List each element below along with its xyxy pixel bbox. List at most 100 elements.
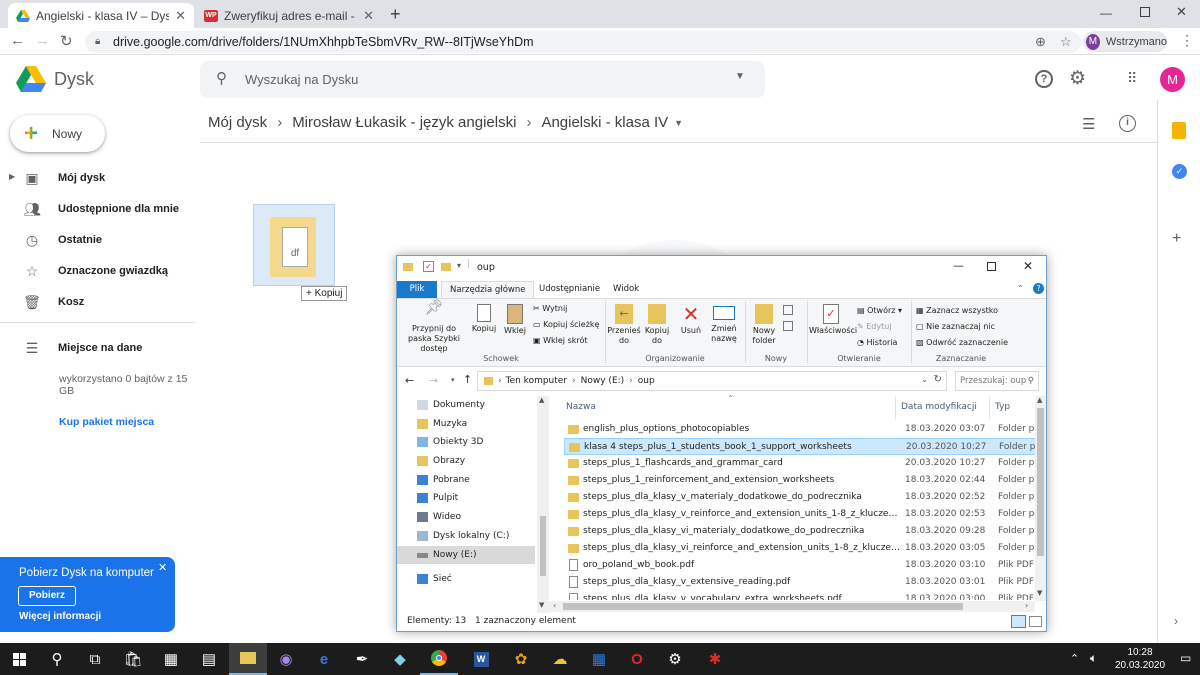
paste-button[interactable]: Wklej (501, 302, 529, 336)
drive-logo[interactable]: Dysk (16, 66, 94, 92)
column-header-name[interactable]: Nazwa (566, 402, 596, 412)
chevron-down-icon[interactable]: ▼ (674, 118, 683, 128)
file-row[interactable]: oro_poland_wb_book.pdf 18.03.2020 03:10 Pl… (564, 557, 1038, 574)
sidebar-item-recent[interactable]: ◷ Ostatnie (0, 225, 195, 255)
file-row[interactable]: steps_plus_dla_klasy_vi_materialy_dodatk… (564, 523, 1038, 540)
buy-storage-link[interactable]: Kup pakiet miejsca (59, 416, 154, 428)
close-tab-icon[interactable]: ✕ (175, 8, 186, 24)
select-none-button[interactable]: ▢ Nie zaznaczaj nic (916, 319, 995, 334)
store-icon[interactable]: 🛍︎ (114, 643, 152, 675)
breadcrumb-item[interactable]: Mój dysk (208, 114, 267, 131)
close-promo-icon[interactable]: ✕ (158, 561, 167, 574)
account-avatar[interactable]: M (1160, 67, 1185, 92)
file-explorer-taskbar-icon[interactable] (229, 643, 267, 675)
apps-grid-icon[interactable]: ⠿ (1127, 70, 1137, 87)
tab-wp-poczta[interactable]: WP Zweryfikuj adres e-mail - WP Poczta ✕ (196, 3, 382, 28)
new-folder-button[interactable]: Nowy folder (747, 302, 781, 346)
weather-app-icon[interactable]: ☁ (541, 643, 579, 675)
delete-button[interactable]: ✕ Usuń (677, 302, 705, 336)
opera-icon[interactable]: O (618, 643, 656, 675)
clock[interactable]: 10:28 20.03.2020 (1110, 646, 1170, 672)
tools-icon[interactable]: ✒ (343, 643, 381, 675)
notifications-icon[interactable]: ▭ (1180, 651, 1191, 665)
quick-access-dropdown-icon[interactable]: ▾ (457, 261, 461, 270)
paste-shortcut-button[interactable]: ▣ Wklej skrót (533, 333, 588, 348)
scrollbar-thumb[interactable] (563, 603, 963, 610)
sidebar-item-my-drive[interactable]: ▣ Mój dysk (0, 163, 195, 193)
rename-button[interactable]: Zmień nazwę (707, 302, 741, 344)
scroll-down-icon[interactable]: ▼ (1037, 589, 1042, 597)
breadcrumb-item[interactable]: Mirosław Łukasik - język angielski (292, 114, 516, 131)
bookmark-star-icon[interactable]: ☆ (1060, 31, 1072, 53)
chrome-icon[interactable] (420, 643, 458, 675)
easy-access-icon[interactable] (783, 321, 793, 331)
nav-item-downloads[interactable]: Pobrane (411, 471, 535, 490)
nav-item-videos[interactable]: Wideo (411, 508, 535, 527)
file-row[interactable]: steps_plus_dla_klasy_v_materialy_dodatko… (564, 489, 1038, 506)
minimize-window-icon[interactable]: — (953, 259, 964, 272)
tab-drive[interactable]: Angielski - klasa IV – Dysk Google ✕ (8, 3, 194, 28)
new-item-icon[interactable] (783, 305, 793, 315)
collapse-ribbon-icon[interactable]: ⌃ (1017, 284, 1024, 293)
app-red-icon[interactable]: ✱ (696, 643, 734, 675)
scrollbar-thumb[interactable] (1037, 408, 1044, 556)
list-view-icon[interactable]: ☰ (1082, 115, 1095, 133)
invert-selection-button[interactable]: ▧ Odwróć zaznaczenie (916, 335, 1008, 350)
breadcrumb-item-current[interactable]: Angielski - klasa IV (541, 114, 668, 131)
help-icon[interactable]: ? (1035, 70, 1053, 88)
paint-app-icon[interactable]: ✿ (502, 643, 540, 675)
reload-icon[interactable]: ↻ (60, 32, 73, 50)
path-segment[interactable]: Ten komputer (506, 376, 567, 386)
column-divider[interactable] (989, 396, 990, 420)
explorer-path-bar[interactable]: › Ten komputer › Nowy (E:) › oup ⌄ ↻ (477, 371, 947, 391)
history-button[interactable]: ◔ Historia (857, 335, 897, 350)
search-input[interactable]: Wyszukaj na Dysku (245, 72, 358, 87)
forward-icon[interactable]: → (35, 32, 50, 49)
properties-quick-icon[interactable]: ✓ (423, 261, 434, 272)
add-addon-icon[interactable]: + (1172, 230, 1181, 248)
open-button[interactable]: ▤ Otwórz ▾ (857, 303, 902, 318)
file-row[interactable]: steps_plus_dla_klasy_v_vocabulary_extra_… (564, 591, 1038, 600)
edge-icon[interactable]: e (305, 643, 343, 675)
search-icon[interactable]: ⚲ (38, 643, 76, 675)
nav-item-local-disk[interactable]: Dysk lokalny (C:) (411, 527, 535, 546)
settings-gear-icon[interactable]: ⚙ (656, 643, 694, 675)
address-bar[interactable]: 🔒︎ drive.google.com/drive/folders/1NUmXh… (85, 31, 1081, 53)
file-list-vscrollbar[interactable]: ▲ ▼ (1035, 396, 1046, 601)
select-all-button[interactable]: ▦ Zaznacz wszystko (916, 303, 998, 318)
calendar-icon[interactable]: ▦ (580, 643, 618, 675)
more-info-link[interactable]: Więcej informacji (19, 611, 101, 622)
ribbon-tab-file[interactable]: Plik (397, 281, 437, 298)
ribbon-tab-share[interactable]: Udostępnianie (531, 281, 608, 298)
file-row[interactable]: steps_plus_1_reinforcement_and_extension… (564, 472, 1038, 489)
new-button[interactable]: + Nowy (10, 115, 105, 152)
details-view-icon[interactable] (1011, 615, 1026, 628)
file-row-selected[interactable]: klasa 4 steps_plus_1_students_book_1_sup… (564, 438, 1038, 455)
up-icon[interactable]: ↑ (463, 373, 472, 386)
path-segment[interactable]: Nowy (E:) (581, 376, 625, 386)
chevron-down-icon[interactable]: ⌄ (921, 375, 928, 384)
maximize-window-icon[interactable] (1140, 7, 1150, 17)
calendar-app-icon[interactable]: ▦ (152, 643, 190, 675)
copy-button[interactable]: Kopiuj (469, 302, 499, 334)
tray-chevron-up-icon[interactable]: ⌃ (1070, 652, 1079, 665)
new-folder-quick-icon[interactable] (441, 263, 451, 271)
file-row[interactable]: steps_plus_dla_klasy_vi_reinforce_and_ex… (564, 540, 1038, 557)
nav-item-desktop[interactable]: Pulpit (411, 489, 535, 508)
large-icons-view-icon[interactable] (1029, 616, 1042, 627)
scrollbar-thumb[interactable] (540, 516, 546, 576)
scroll-up-icon[interactable]: ▲ (539, 396, 544, 404)
nav-item-network[interactable]: Sieć (411, 570, 535, 589)
scroll-right-icon[interactable]: › (1025, 601, 1028, 610)
keep-icon[interactable] (1172, 122, 1186, 139)
windows-start-icon[interactable] (0, 643, 38, 675)
chrome-menu-icon[interactable]: ⋮ (1180, 32, 1194, 49)
nav-item-music[interactable]: Muzyka (411, 415, 535, 434)
sidebar-item-trash[interactable]: 🗑︎ Kosz (0, 287, 195, 317)
volume-icon[interactable]: 🔈︎ (1090, 651, 1097, 666)
nav-item-documents[interactable]: Dokumenty (411, 396, 535, 415)
maximize-window-icon[interactable] (987, 262, 996, 271)
add-extension-icon[interactable]: ⊕ (1035, 31, 1046, 53)
expand-panel-icon[interactable]: › (1174, 614, 1178, 628)
file-row[interactable]: english_plus_options_photocopiables 18.03… (564, 421, 1038, 438)
